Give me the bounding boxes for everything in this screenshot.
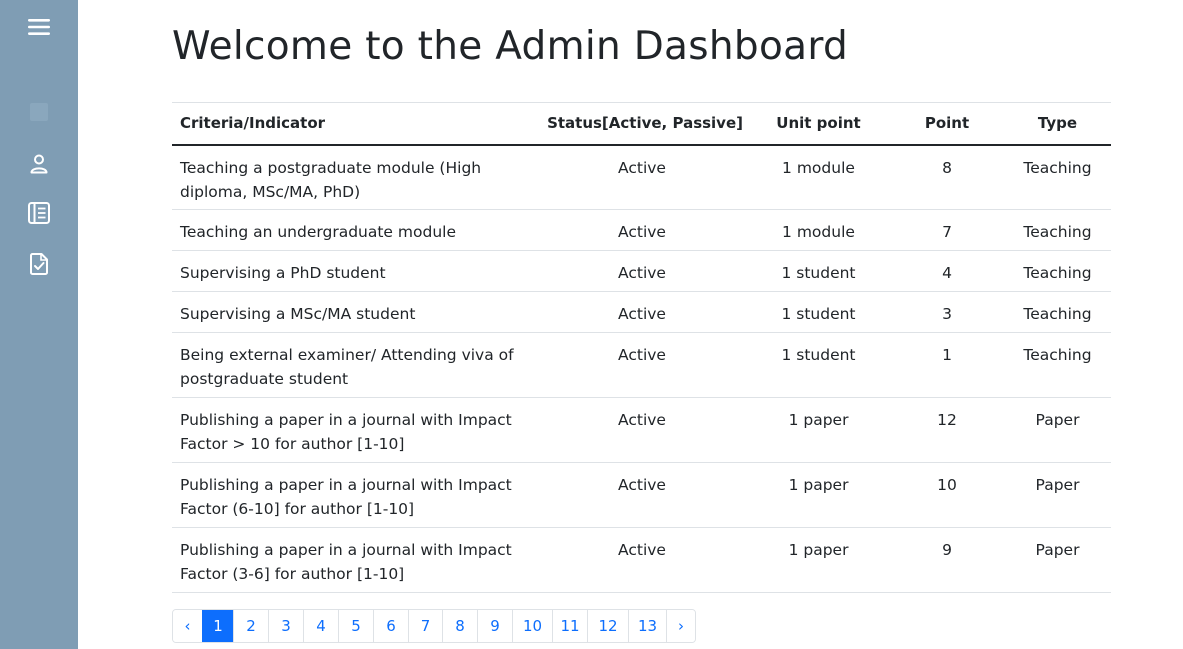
- cell-status: Active: [537, 250, 747, 292]
- cell-type: Paper: [1004, 527, 1111, 593]
- cell-type: Teaching: [1004, 291, 1111, 333]
- cell-status: Active: [537, 527, 747, 593]
- table-row[interactable]: Supervising a MSc/MA student Active 1 st…: [172, 291, 1111, 333]
- cell-criteria: Teaching a postgraduate module (High dip…: [172, 144, 537, 210]
- cell-point: 3: [890, 291, 1004, 333]
- cell-status: Active: [537, 144, 747, 210]
- pagination-page-13[interactable]: 13: [628, 610, 666, 642]
- cell-status: Active: [537, 462, 747, 528]
- cell-unit-point: 1 module: [747, 209, 890, 251]
- column-header-status[interactable]: Status[Active, Passive]: [537, 102, 747, 146]
- table-row[interactable]: Publishing a paper in a journal with Imp…: [172, 527, 1111, 593]
- cell-point: 7: [890, 209, 1004, 251]
- table-row[interactable]: Publishing a paper in a journal with Imp…: [172, 462, 1111, 528]
- pagination-page-8[interactable]: 8: [442, 610, 477, 642]
- cell-unit-point: 1 student: [747, 332, 890, 398]
- column-header-unit-point[interactable]: Unit point: [747, 102, 890, 146]
- cell-criteria: Supervising a MSc/MA student: [172, 291, 537, 333]
- user-icon[interactable]: [0, 152, 78, 176]
- column-header-point[interactable]: Point: [890, 102, 1004, 146]
- cell-unit-point: 1 paper: [747, 397, 890, 463]
- pagination-next[interactable]: ›: [666, 610, 695, 642]
- cell-type: Teaching: [1004, 332, 1111, 398]
- cell-criteria: Supervising a PhD student: [172, 250, 537, 292]
- file-check-icon[interactable]: [0, 251, 78, 277]
- pagination-page-7[interactable]: 7: [408, 610, 442, 642]
- cell-unit-point: 1 paper: [747, 462, 890, 528]
- pagination-page-12[interactable]: 12: [587, 610, 628, 642]
- pagination-page-4[interactable]: 4: [303, 610, 338, 642]
- cell-type: Paper: [1004, 462, 1111, 528]
- pagination: ‹ 1 2 3 4 5 6 7 8 9 10 11 12 13 ›: [172, 609, 696, 643]
- cell-status: Active: [537, 397, 747, 463]
- table-row[interactable]: Supervising a PhD student Active 1 stude…: [172, 250, 1111, 292]
- cell-point: 4: [890, 250, 1004, 292]
- cell-point: 12: [890, 397, 1004, 463]
- cell-unit-point: 1 paper: [747, 527, 890, 593]
- table-row[interactable]: Teaching an undergraduate module Active …: [172, 209, 1111, 251]
- cell-type: Teaching: [1004, 144, 1111, 210]
- cell-point: 10: [890, 462, 1004, 528]
- cell-status: Active: [537, 209, 747, 251]
- cell-criteria: Teaching an undergraduate module: [172, 209, 537, 251]
- criteria-table: Criteria/Indicator Status[Active, Passiv…: [172, 102, 1111, 593]
- column-header-type[interactable]: Type: [1004, 102, 1111, 146]
- menu-icon[interactable]: [0, 14, 78, 40]
- cell-point: 9: [890, 527, 1004, 593]
- cell-unit-point: 1 student: [747, 250, 890, 292]
- pagination-page-10[interactable]: 10: [512, 610, 552, 642]
- cell-unit-point: 1 module: [747, 144, 890, 210]
- pagination-page-11[interactable]: 11: [552, 610, 587, 642]
- cell-type: Teaching: [1004, 209, 1111, 251]
- pagination-page-2[interactable]: 2: [233, 610, 268, 642]
- pagination-prev[interactable]: ‹: [173, 610, 202, 642]
- table-row[interactable]: Teaching a postgraduate module (High dip…: [172, 144, 1111, 210]
- pagination-page-1[interactable]: 1: [202, 610, 233, 642]
- cell-unit-point: 1 student: [747, 291, 890, 333]
- cell-status: Active: [537, 291, 747, 333]
- pagination-page-5[interactable]: 5: [338, 610, 373, 642]
- sidebar: [0, 0, 78, 649]
- cell-type: Paper: [1004, 397, 1111, 463]
- cell-criteria: Being external examiner/ Attending viva …: [172, 332, 537, 398]
- cell-criteria: Publishing a paper in a journal with Imp…: [172, 527, 537, 593]
- cell-point: 1: [890, 332, 1004, 398]
- table-row[interactable]: Publishing a paper in a journal with Imp…: [172, 397, 1111, 463]
- pagination-page-9[interactable]: 9: [477, 610, 512, 642]
- dashboard-icon[interactable]: [0, 100, 78, 124]
- pagination-page-3[interactable]: 3: [268, 610, 303, 642]
- list-book-icon[interactable]: [0, 201, 78, 225]
- pagination-page-6[interactable]: 6: [373, 610, 408, 642]
- cell-point: 8: [890, 144, 1004, 210]
- cell-criteria: Publishing a paper in a journal with Imp…: [172, 397, 537, 463]
- cell-criteria: Publishing a paper in a journal with Imp…: [172, 462, 537, 528]
- cell-type: Teaching: [1004, 250, 1111, 292]
- page-title: Welcome to the Admin Dashboard: [172, 24, 849, 69]
- table-row[interactable]: Being external examiner/ Attending viva …: [172, 332, 1111, 398]
- table-header-row: Criteria/Indicator Status[Active, Passiv…: [172, 102, 1111, 146]
- column-header-criteria[interactable]: Criteria/Indicator: [172, 102, 537, 146]
- cell-status: Active: [537, 332, 747, 398]
